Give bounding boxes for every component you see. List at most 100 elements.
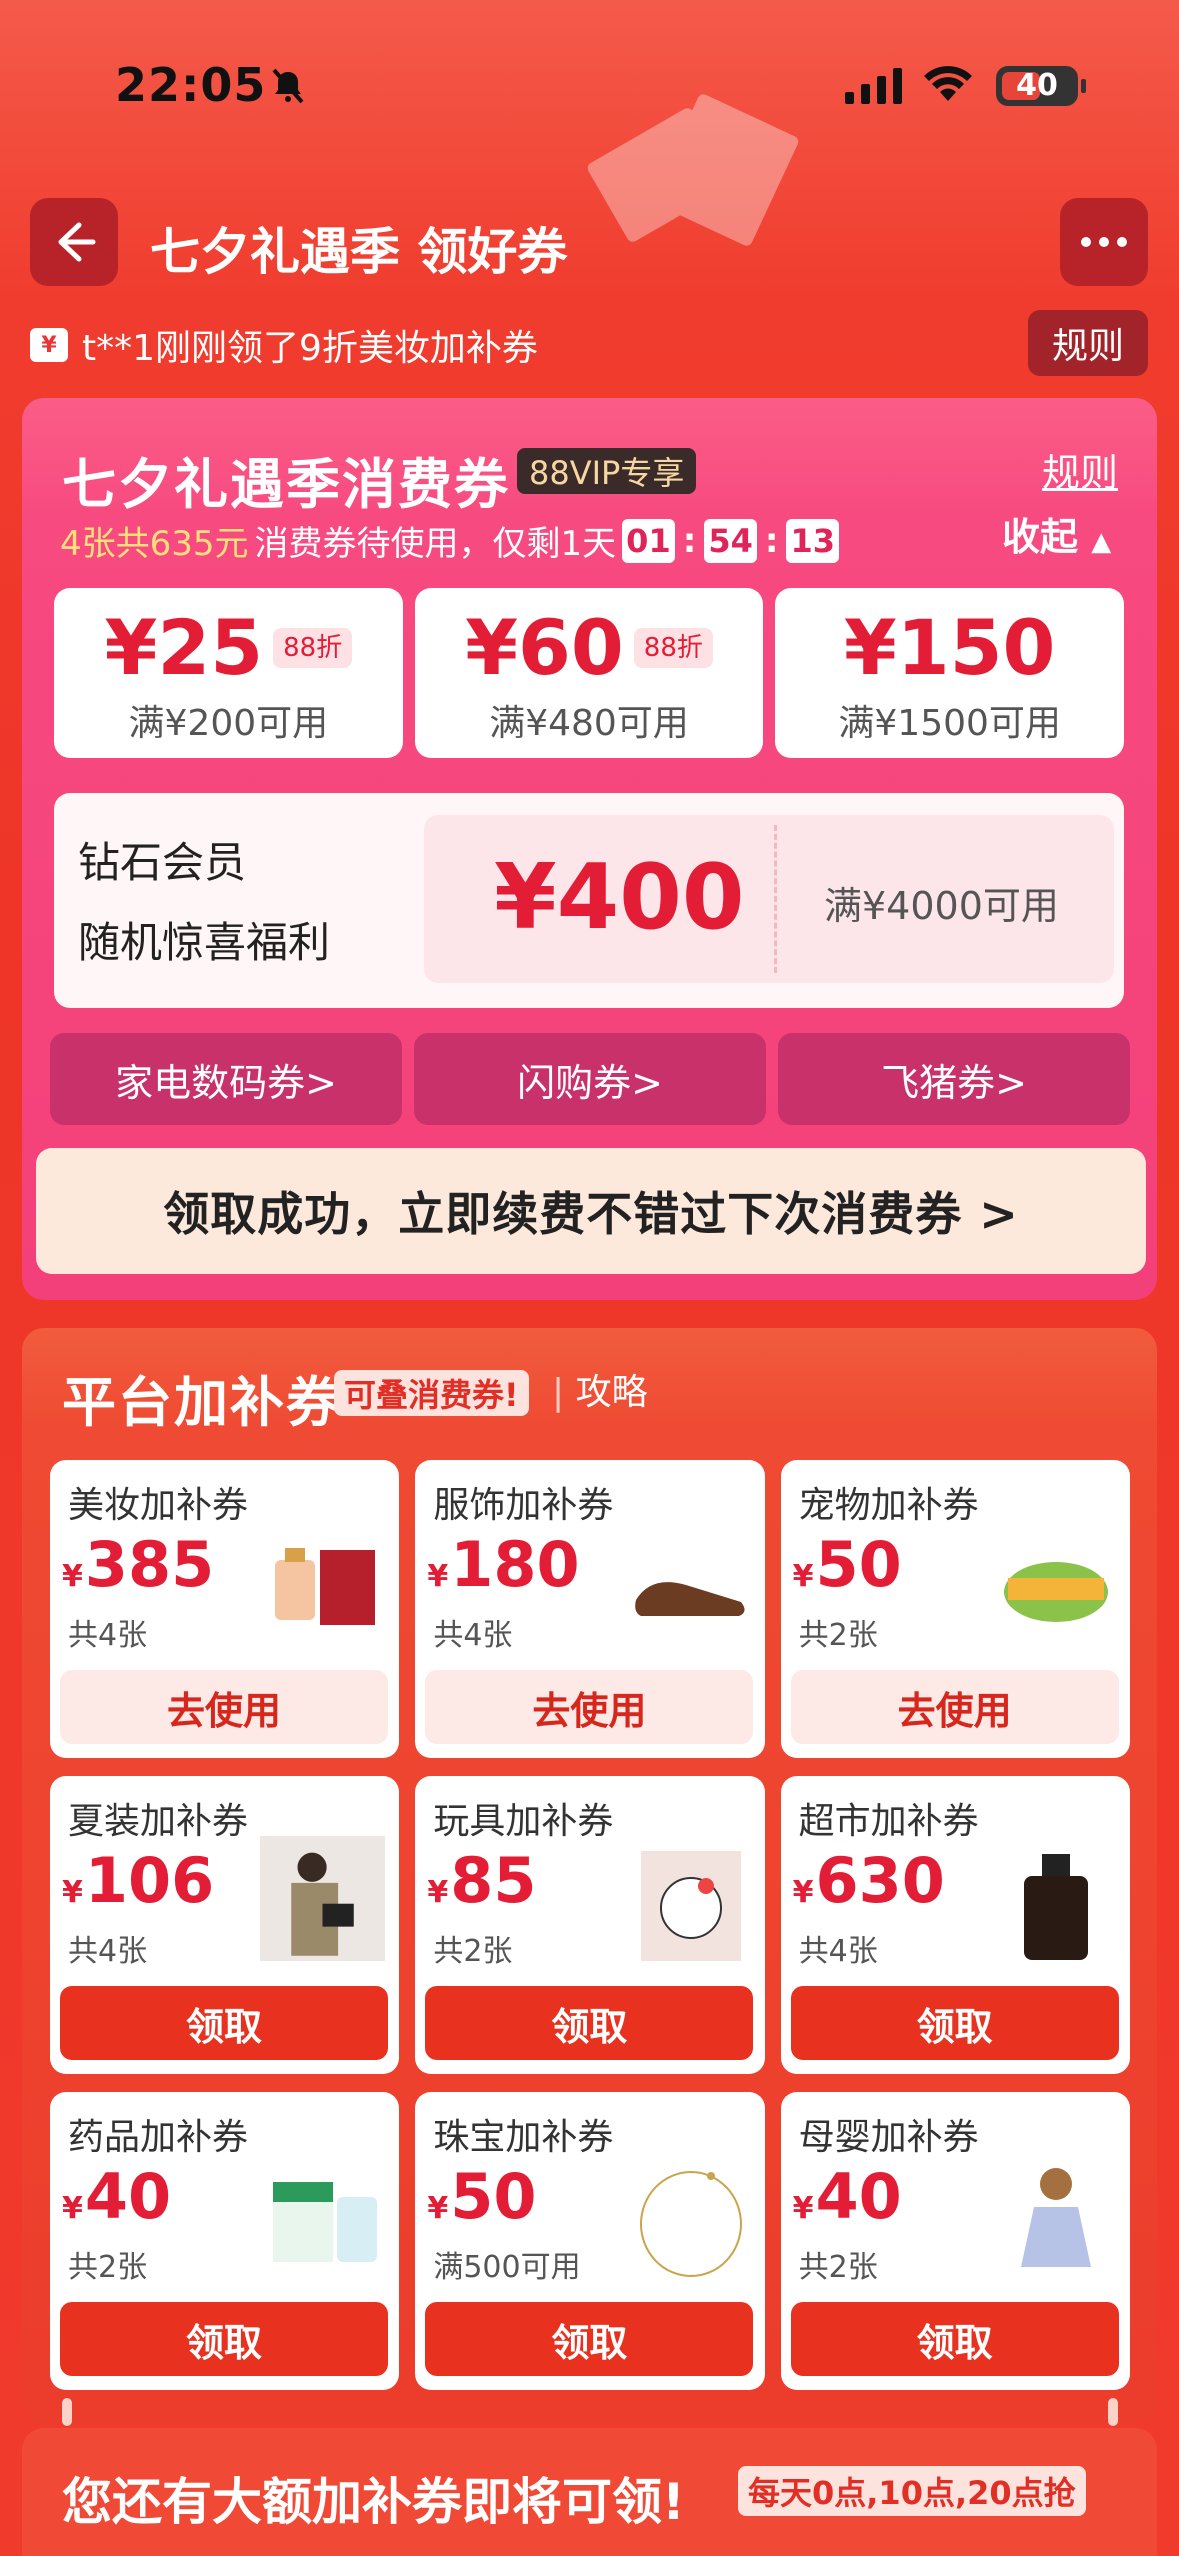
diamond-member-card[interactable]: 钻石会员 随机惊喜福利 ¥400 满¥4000可用 [54, 793, 1124, 1008]
coupon-card[interactable]: ¥60 88折 满¥480可用 [414, 588, 764, 758]
claim-button[interactable]: 领取 [790, 2302, 1119, 2376]
toy-icon [640, 1851, 741, 1961]
platform-coupon-item: 药品加补券 ¥40 共2张 领取 [50, 2092, 400, 2390]
item-name: 玩具加补券 [433, 1801, 614, 1842]
diamond-condition: 满¥4000可用 [824, 884, 1059, 928]
item-name: 珠宝加补券 [433, 2117, 614, 2158]
item-amount: ¥106 [62, 1844, 215, 1917]
coupon-card[interactable]: ¥25 88折 满¥200可用 [54, 588, 403, 758]
coupon-card[interactable]: ¥150 满¥1500可用 [775, 588, 1125, 758]
platform-coupon-item: 珠宝加补券 ¥50 满500可用 领取 [415, 2092, 765, 2390]
horizontal-scroll-indicator [62, 2398, 1118, 2426]
claim-ticker: ¥ t**1刚刚领了9折美妆加补券 [30, 320, 538, 370]
consumption-rules-link[interactable]: 规则 [1042, 442, 1118, 497]
rules-button[interactable]: 规则 [1028, 310, 1148, 376]
pending-count: 4张共635元 [60, 524, 249, 564]
wifi-icon [924, 66, 972, 101]
claim-button[interactable]: 领取 [60, 1986, 388, 2060]
platform-title: 平台加补券 [62, 1371, 342, 1434]
upcoming-title: 您还有大额加补券即将可领! [62, 2473, 685, 2531]
item-count: 共4张 [798, 1934, 878, 1969]
shoe-icon [634, 1582, 745, 1616]
item-amount: ¥50 [427, 2160, 537, 2233]
item-count: 共2张 [433, 1934, 513, 1969]
coupon-condition: 满¥480可用 [489, 703, 689, 744]
item-count: 共4张 [433, 1618, 513, 1653]
summer-wear-icon [260, 1836, 386, 1961]
more-options-button[interactable] [1060, 198, 1148, 286]
back-button[interactable] [30, 198, 118, 286]
consumption-title: 七夕礼遇季消费券 [62, 453, 510, 516]
claim-button[interactable]: 领取 [425, 1986, 754, 2060]
page-title: 七夕礼遇季 领好券 [150, 223, 568, 281]
platform-coupon-item: 美妆加补券 ¥385 共4张 去使用 [50, 1460, 400, 1758]
coupon-amount: ¥25 [104, 603, 264, 692]
renew-banner[interactable]: 领取成功，立即续费不错过下次消费券 > [36, 1148, 1146, 1274]
petfood-icon [1004, 1562, 1108, 1622]
bottle-icon [1024, 1854, 1088, 1960]
item-count: 共4张 [68, 1618, 148, 1653]
item-name: 超市加补券 [798, 1801, 979, 1842]
item-count: 共2张 [68, 2250, 148, 2285]
consumption-subtitle: 4张共635元 消费券待使用，仅剩1天 01: 54: 13 [60, 516, 839, 565]
item-name: 美妆加补券 [68, 1485, 249, 1526]
item-count: 共2张 [798, 1618, 878, 1653]
item-count: 满500可用 [433, 2250, 581, 2285]
coupon-condition: 满¥200可用 [128, 703, 329, 744]
category-link-flash[interactable]: 闪购券> [414, 1033, 766, 1125]
timer-seconds: 13 [786, 518, 839, 563]
use-button[interactable]: 去使用 [60, 1670, 388, 1744]
chevron-up-icon: ▲ [1091, 527, 1112, 557]
coupon-amount: ¥60 [465, 603, 624, 692]
discount-tag: 88折 [633, 628, 713, 668]
status-bar: 22:05 40 [0, 0, 1179, 170]
vip-badge: 88VIP专享 [517, 448, 697, 494]
item-amount: ¥40 [792, 2160, 902, 2233]
stackable-tag: 可叠消费券! [334, 1370, 529, 1416]
item-amount: ¥180 [427, 1528, 580, 1601]
diamond-coupon: ¥400 满¥4000可用 [424, 815, 1114, 983]
schedule-tag: 每天0点,10点,20点抢 [738, 2466, 1086, 2516]
coupon-ticket-icon: ¥ [30, 328, 68, 362]
status-time: 22:05 [115, 58, 267, 112]
guide-link[interactable]: | 攻略 [552, 1370, 648, 1416]
timer-minutes: 54 [704, 518, 757, 563]
collapse-button[interactable]: 收起 ▲ [1002, 506, 1111, 561]
item-amount: ¥630 [792, 1844, 945, 1917]
item-name: 夏装加补券 [68, 1801, 249, 1842]
claim-button[interactable]: 领取 [60, 2302, 388, 2376]
upcoming-coupon-card: 您还有大额加补券即将可领! 每天0点,10点,20点抢 [22, 2428, 1157, 2556]
coupon-grid: 美妆加补券 ¥385 共4张 去使用 服饰加补券 ¥180 共4张 去使用 宠物… [50, 1460, 1130, 2390]
platform-coupon-item: 宠物加补券 ¥50 共2张 去使用 [780, 1460, 1130, 1758]
item-name: 药品加补券 [68, 2117, 249, 2158]
platform-coupon-item: 玩具加补券 ¥85 共2张 领取 [415, 1776, 765, 2074]
claim-button[interactable]: 领取 [790, 1986, 1119, 2060]
item-count: 共2张 [798, 2250, 878, 2285]
category-link-appliance[interactable]: 家电数码券> [50, 1033, 402, 1125]
platform-coupon-item: 超市加补券 ¥630 共4张 领取 [780, 1776, 1130, 2074]
timer-hours: 01 [622, 518, 675, 563]
platform-coupon-item: 夏装加补券 ¥106 共4张 领取 [50, 1776, 400, 2074]
category-link-fliggy[interactable]: 飞猪券> [778, 1033, 1130, 1125]
diamond-text: 钻石会员 随机惊喜福利 [78, 838, 331, 967]
coupon-amount: ¥150 [843, 603, 1056, 692]
coupon-row: ¥25 88折 满¥200可用 ¥60 88折 满¥480可用 ¥150 满¥150… [54, 588, 1125, 758]
claim-button[interactable]: 领取 [425, 2302, 754, 2376]
discount-tag: 88折 [273, 628, 353, 668]
coupon-condition: 满¥1500可用 [838, 703, 1061, 744]
battery-indicator: 40 [996, 66, 1086, 106]
item-name: 宠物加补券 [798, 1485, 979, 1526]
mute-bell-icon [272, 68, 304, 104]
pending-text: 消费券待使用，仅剩1天 [254, 524, 617, 564]
item-name: 服饰加补券 [433, 1485, 614, 1526]
child-icon [1021, 2168, 1091, 2267]
medicine-icon [273, 2182, 378, 2262]
use-button[interactable]: 去使用 [790, 1670, 1119, 1744]
platform-coupon-item: 母婴加补券 ¥40 共2张 领取 [780, 2092, 1130, 2390]
consumption-coupon-card: 七夕礼遇季消费券 88VIP专享 规则 4张共635元 消费券待使用，仅剩1天 … [22, 398, 1157, 1300]
diamond-amount: ¥400 [494, 845, 745, 950]
category-links: 家电数码券> 闪购券> 飞猪券> [50, 1033, 1130, 1125]
ticker-text: t**1刚刚领了9折美妆加补券 [82, 328, 538, 369]
signal-icon [845, 68, 902, 104]
use-button[interactable]: 去使用 [425, 1670, 754, 1744]
